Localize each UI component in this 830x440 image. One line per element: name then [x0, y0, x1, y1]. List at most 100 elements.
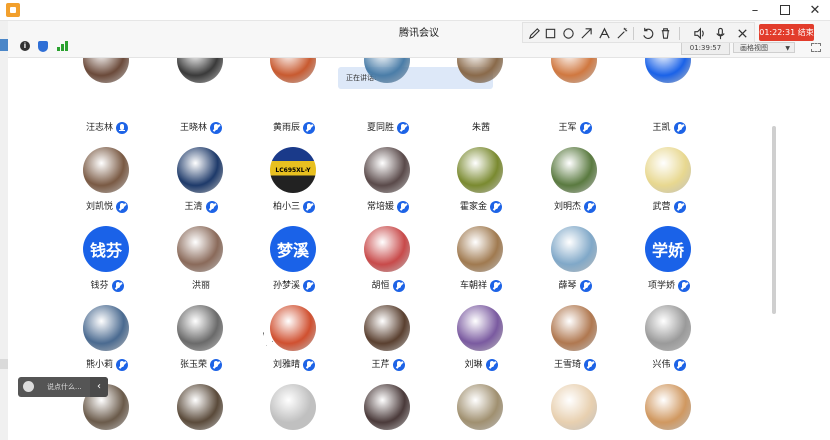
window-titlebar: – ✕ [0, 0, 830, 21]
signal-icon[interactable] [57, 41, 69, 51]
participant-name: 王清 [184, 202, 203, 212]
mic-muted-icon [210, 358, 222, 371]
participant-name: 熊小莉 [85, 360, 113, 370]
participant-name: 项学娇 [647, 281, 675, 291]
mic-muted-icon [584, 200, 596, 213]
close-icon[interactable] [734, 25, 750, 41]
participant-avatar [551, 58, 597, 83]
emoji-icon[interactable] [23, 381, 34, 392]
participant-nameline: 兴伟 [629, 357, 709, 371]
participant-name: 柏小三 [272, 202, 300, 212]
mic-muted-icon [678, 279, 690, 292]
participant-avatar [83, 58, 129, 83]
arrow-icon[interactable] [578, 25, 594, 41]
end-recording-button[interactable]: 01:22:31 结束 [759, 24, 814, 41]
participant-avatar: 钱芬 [83, 226, 129, 272]
participant-nameline: 刘琳 [441, 357, 521, 371]
rectangle-icon[interactable] [542, 25, 558, 41]
participant-avatar-partial[interactable] [364, 384, 410, 430]
participant-avatar [270, 58, 316, 83]
participant-avatar [551, 226, 597, 272]
participant-nameline: 孙梦溪 [254, 278, 334, 292]
participant-name: 刘琳 [464, 360, 483, 370]
participant-name: 车朝祥 [459, 281, 487, 291]
participant-name: 常培媛 [366, 202, 394, 212]
pen-icon[interactable] [526, 25, 542, 41]
mic-muted-icon [397, 121, 409, 134]
participant-avatar [177, 58, 223, 83]
mic-muted-icon [485, 358, 498, 371]
participant-nameline: 王凯 [629, 120, 709, 134]
mic-icon [116, 121, 128, 134]
mic-muted-icon [392, 358, 405, 371]
participant-avatar [177, 147, 223, 193]
text-tool-icon[interactable] [596, 25, 612, 41]
meeting-timer: 01:39:57 [681, 42, 730, 55]
participant-avatar [177, 226, 223, 272]
participant-avatar: 学娇 [645, 226, 691, 272]
app-logo-icon [6, 3, 20, 17]
speaker-icon[interactable] [691, 25, 707, 41]
avatar-initials: 钱芬 [89, 241, 122, 260]
participant-nameline: 王雪琦 [535, 357, 615, 371]
participant-name: 王晓林 [179, 123, 207, 133]
participant-name: 刘雅晴 [272, 360, 300, 370]
maximize-icon[interactable] [770, 0, 800, 20]
participant-avatar-partial[interactable] [645, 384, 691, 430]
participant-nameline: 王军 [535, 120, 615, 134]
participant-nameline: 张玉荣 [161, 357, 241, 371]
participant-gallery: 正在讲话: 汪志林 王晓林 黄雨辰 夏同胜 朱茜 王军 王凯 刘凯悦 王清 LC695XL-Y 柏小… [8, 58, 830, 440]
magic-wand-icon[interactable] [614, 25, 630, 41]
gallery-scrollbar[interactable] [772, 126, 776, 314]
info-icon[interactable]: i [20, 41, 30, 51]
participant-avatar-partial[interactable] [457, 384, 503, 430]
participant-nameline: 常培媛 [348, 199, 428, 213]
participant-avatar [457, 305, 503, 351]
mic-muted-icon [116, 200, 128, 213]
participant-name: 刘明杰 [553, 202, 581, 212]
mic-muted-icon [673, 358, 686, 371]
participant-avatar-partial[interactable] [270, 384, 316, 430]
participant-name: 兴伟 [652, 360, 671, 370]
trash-icon[interactable] [657, 25, 673, 41]
participant-nameline: 刘雅晴 [254, 357, 334, 371]
mic-muted-icon [397, 200, 409, 213]
microphone-icon[interactable] [712, 25, 728, 41]
toolbar-divider [633, 27, 634, 40]
record-end-label: 结束 [797, 28, 814, 37]
record-time: 01:22:31 [759, 28, 796, 37]
mic-muted-icon [111, 279, 124, 292]
mic-muted-icon [210, 121, 222, 134]
circle-icon[interactable] [560, 25, 576, 41]
view-mode-label: 画格视图 [740, 44, 768, 52]
fullscreen-icon[interactable] [811, 43, 821, 52]
participant-nameline: 王清 [161, 199, 241, 213]
shield-icon[interactable] [38, 41, 48, 52]
close-window-icon[interactable]: ✕ [800, 0, 830, 20]
participant-avatar [645, 147, 691, 193]
participant-nameline: 王芹 [348, 357, 428, 371]
minimize-icon[interactable]: – [740, 0, 770, 20]
participant-nameline: 刘明杰 [535, 199, 615, 213]
participant-avatar [364, 305, 410, 351]
participant-name: 汪志林 [85, 123, 113, 133]
view-mode-dropdown[interactable]: 画格视图 ▼ [733, 42, 795, 53]
chat-input[interactable]: 说点什么... [47, 377, 82, 397]
annotation-toolbar [522, 22, 755, 43]
undo-icon[interactable] [639, 25, 655, 41]
participant-nameline: 薛琴 [535, 278, 615, 292]
participant-nameline: 柏小三 [254, 199, 334, 213]
collapse-chevron-icon[interactable]: ‹ [90, 377, 108, 397]
participant-avatar: LC695XL-Y [270, 147, 316, 193]
participant-nameline: 胡恒 [348, 278, 428, 292]
participant-avatar [551, 147, 597, 193]
participant-name: 朱茜 [471, 123, 490, 133]
participant-name: 刘凯悦 [85, 202, 113, 212]
mic-muted-icon [490, 279, 502, 292]
mic-muted-icon [303, 121, 315, 134]
participant-name: 孙梦溪 [272, 281, 300, 291]
participant-nameline: 熊小莉 [67, 357, 147, 371]
participant-nameline: 夏同胜 [348, 120, 428, 134]
participant-avatar-partial[interactable] [177, 384, 223, 430]
participant-avatar-partial[interactable] [551, 384, 597, 430]
